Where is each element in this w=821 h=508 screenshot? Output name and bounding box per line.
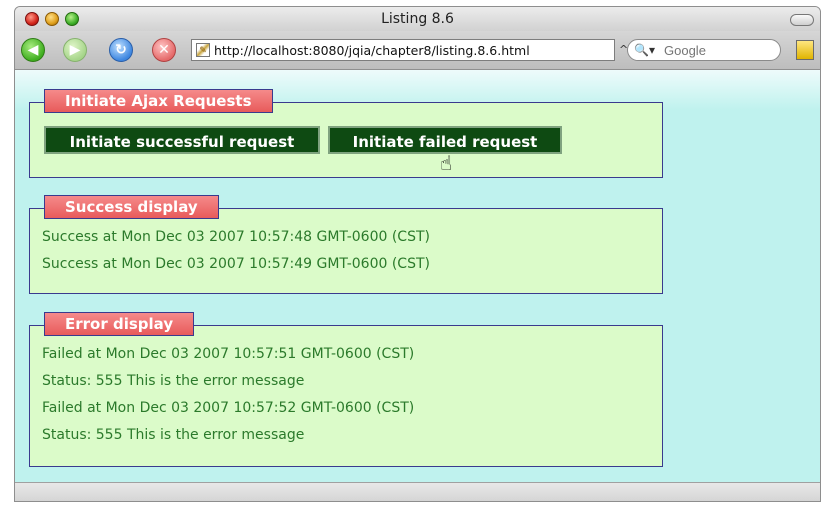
site-favicon-icon: ✎ (196, 43, 210, 57)
ajax-requests-fieldset: Initiate Ajax Requests Initiate successf… (29, 89, 663, 178)
initiate-successful-request-button[interactable]: Initiate successful request (44, 126, 320, 154)
back-arrow-icon: ◀ (27, 42, 39, 58)
error-message: Status: 555 This is the error message (42, 427, 305, 443)
url-text[interactable]: http://localhost:8080/jqia/chapter8/list… (214, 43, 530, 58)
success-message: Success at Mon Dec 03 2007 10:57:49 GMT-… (42, 256, 430, 272)
search-box[interactable]: 🔍▾ (627, 39, 781, 61)
reload-button[interactable]: ↻ (109, 38, 133, 62)
reload-icon: ↻ (115, 42, 127, 58)
forward-arrow-icon: ▶ (69, 42, 81, 58)
back-button[interactable]: ◀ (21, 38, 45, 62)
title-bar: Listing 8.6 (15, 7, 820, 31)
search-input[interactable] (664, 41, 772, 59)
success-display-fieldset: Success display Success at Mon Dec 03 20… (29, 195, 663, 294)
search-icon[interactable]: 🔍▾ (634, 43, 655, 57)
error-display-fieldset: Error display Failed at Mon Dec 03 2007 … (29, 312, 663, 467)
browser-toolbar: ◀ ▶ ↻ ✕ ✎ http://localhost:8080/jqia/cha… (15, 31, 820, 70)
bookmark-icon[interactable] (796, 40, 814, 60)
stop-icon: ✕ (158, 42, 170, 58)
toolbar-toggle-icon[interactable] (790, 14, 814, 26)
error-message: Failed at Mon Dec 03 2007 10:57:51 GMT-0… (42, 346, 415, 362)
browser-window: Listing 8.6 ◀ ▶ ↻ ✕ ✎ http://localhost:8… (14, 6, 821, 502)
ajax-requests-legend: Initiate Ajax Requests (44, 89, 273, 113)
stop-button[interactable]: ✕ (152, 38, 176, 62)
error-display-legend: Error display (44, 312, 195, 336)
error-message: Status: 555 This is the error message (42, 373, 305, 389)
success-display-legend: Success display (44, 195, 219, 219)
success-message: Success at Mon Dec 03 2007 10:57:48 GMT-… (42, 229, 430, 245)
error-message: Failed at Mon Dec 03 2007 10:57:52 GMT-0… (42, 400, 415, 416)
status-bar (15, 482, 820, 501)
window-title: Listing 8.6 (381, 11, 454, 27)
forward-button[interactable]: ▶ (63, 38, 87, 62)
hand-pointer-cursor-icon: ☝ (440, 151, 453, 175)
address-bar[interactable]: ✎ http://localhost:8080/jqia/chapter8/li… (191, 39, 615, 61)
initiate-failed-request-button[interactable]: Initiate failed request (328, 126, 562, 154)
page-content: Initiate Ajax Requests Initiate successf… (15, 70, 820, 483)
